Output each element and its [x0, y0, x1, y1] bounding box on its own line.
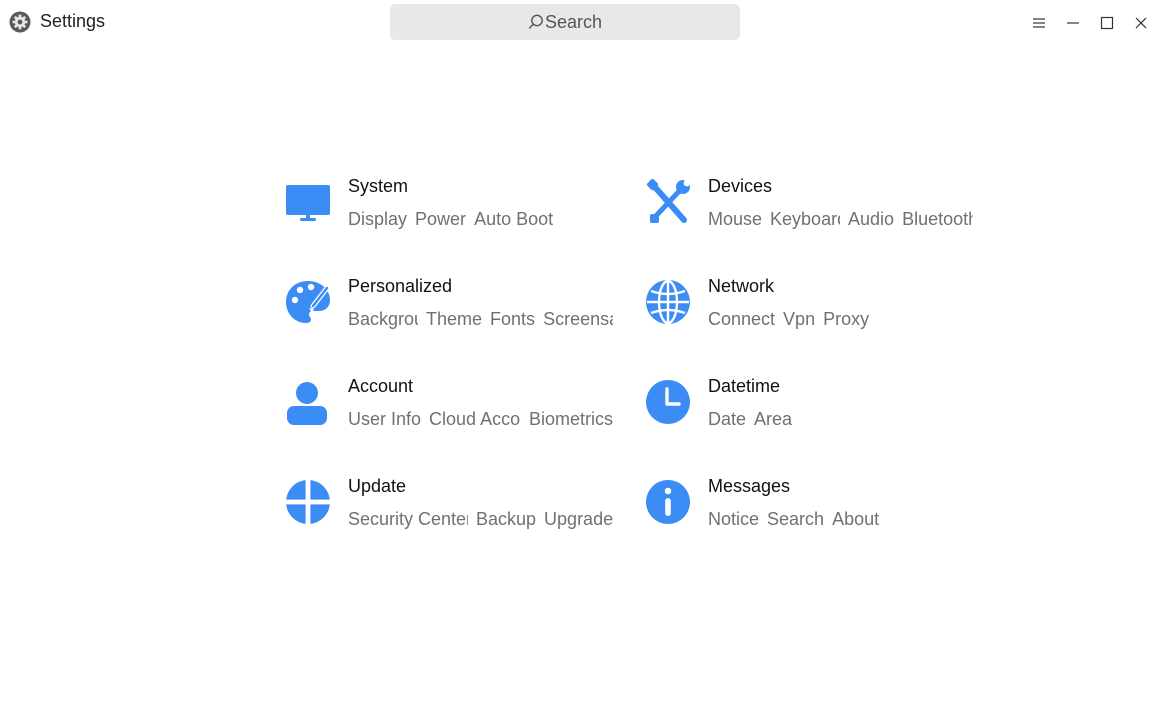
maximize-button[interactable]: [1096, 12, 1118, 34]
link-auto-boot[interactable]: Auto Boot: [474, 209, 553, 230]
title-bar: Settings Search: [0, 0, 1160, 46]
link-theme[interactable]: Theme: [426, 309, 482, 330]
hamburger-menu-icon: [1033, 18, 1045, 28]
globe-icon: [646, 279, 690, 325]
category-devices[interactable]: Devices Mouse Keyboard Audio Bluetooth: [646, 176, 976, 240]
category-title: Devices: [708, 176, 773, 196]
category-title: Network: [708, 276, 775, 296]
category-links: User Info Cloud Account Biometrics: [348, 409, 613, 430]
link-user-info[interactable]: User Info: [348, 409, 421, 430]
category-links: Connect Vpn Proxy: [708, 309, 869, 330]
user-icon: [287, 382, 327, 425]
category-account[interactable]: Account User Info Cloud Account Biometri…: [286, 376, 616, 440]
link-biometrics[interactable]: Biometrics: [529, 409, 613, 430]
link-fonts[interactable]: Fonts: [490, 309, 535, 330]
link-backup[interactable]: Backup: [476, 509, 536, 530]
link-about[interactable]: About: [832, 509, 879, 530]
link-power[interactable]: Power: [415, 209, 466, 230]
search-placeholder: Search: [544, 11, 603, 32]
minimize-icon: [1067, 22, 1079, 24]
category-datetime[interactable]: Datetime Date Area: [646, 376, 976, 440]
link-keyboard[interactable]: Keyboard: [770, 209, 840, 230]
link-screensaver[interactable]: Screensaver: [543, 309, 613, 330]
link-security-center[interactable]: Security Center: [348, 509, 468, 530]
link-search[interactable]: Search: [767, 509, 824, 530]
link-notice[interactable]: Notice: [708, 509, 759, 530]
link-mouse[interactable]: Mouse: [708, 209, 762, 230]
maximize-icon: [1100, 16, 1114, 30]
category-personalized[interactable]: Personalized Background Theme Fonts Scre…: [286, 276, 616, 340]
link-audio[interactable]: Audio: [848, 209, 894, 230]
category-system[interactable]: System Display Power Auto Boot: [286, 176, 616, 240]
category-links: Notice Search About: [708, 509, 879, 530]
clock-icon: [646, 380, 690, 424]
minimize-button[interactable]: [1062, 12, 1084, 34]
link-upgrade[interactable]: Upgrade: [544, 509, 613, 530]
search-icon: [528, 14, 543, 29]
search-input[interactable]: Search: [390, 4, 740, 40]
tools-icon: [646, 178, 691, 223]
category-title: Personalized: [348, 276, 453, 296]
link-vpn[interactable]: Vpn: [783, 309, 815, 330]
category-title: Messages: [708, 476, 791, 496]
category-links: Date Area: [708, 409, 792, 430]
category-links: Security Center Backup Upgrade: [348, 509, 613, 530]
close-icon: [1135, 17, 1147, 29]
link-bluetooth[interactable]: Bluetooth: [902, 209, 973, 230]
category-title: System: [348, 176, 409, 196]
category-network[interactable]: Network Connect Vpn Proxy: [646, 276, 976, 340]
update-icon: [286, 478, 330, 526]
category-links: Display Power Auto Boot: [348, 209, 553, 230]
category-update[interactable]: Update Security Center Backup Upgrade: [286, 476, 616, 540]
link-area[interactable]: Area: [754, 409, 792, 430]
link-proxy[interactable]: Proxy: [823, 309, 869, 330]
monitor-icon: [286, 185, 330, 221]
category-links: Mouse Keyboard Audio Bluetooth: [708, 209, 973, 230]
category-links: Background Theme Fonts Screensaver: [348, 309, 613, 330]
link-background[interactable]: Background: [348, 309, 418, 330]
info-icon: [646, 480, 690, 524]
window-title: Settings: [40, 11, 106, 31]
close-button[interactable]: [1130, 12, 1152, 34]
link-date[interactable]: Date: [708, 409, 746, 430]
category-title: Account: [348, 376, 414, 396]
menu-button[interactable]: [1028, 12, 1050, 34]
category-title: Datetime: [708, 376, 781, 396]
gear-icon: [9, 11, 31, 33]
category-messages[interactable]: Messages Notice Search About: [646, 476, 976, 540]
link-connect[interactable]: Connect: [708, 309, 775, 330]
palette-icon: [286, 281, 330, 323]
category-title: Update: [348, 476, 407, 496]
link-cloud-account[interactable]: Cloud Account: [429, 409, 521, 430]
link-display[interactable]: Display: [348, 209, 407, 230]
